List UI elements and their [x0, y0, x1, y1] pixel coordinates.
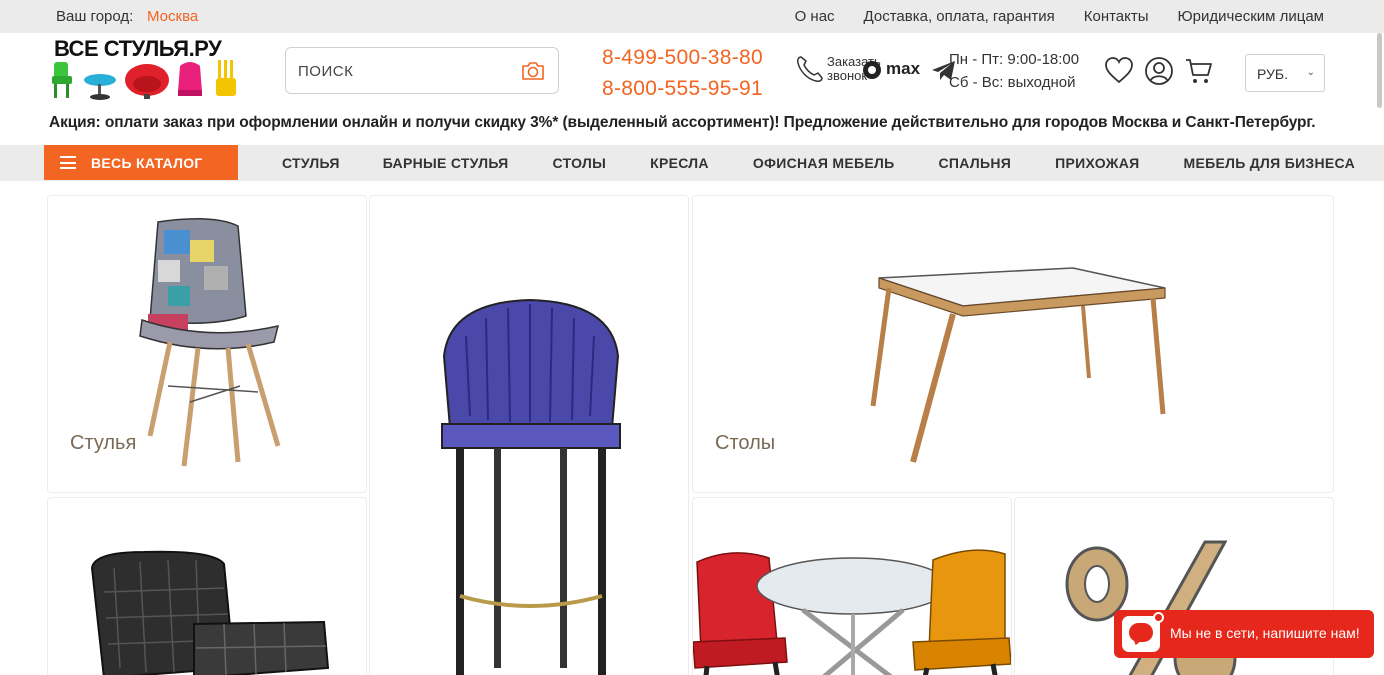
nav-item-business[interactable]: МЕБЕЛЬ ДЛЯ БИЗНЕСА: [1183, 155, 1355, 171]
nav-item-chairs[interactable]: СТУЛЬЯ: [282, 155, 340, 171]
bar-chair-image: [441, 298, 621, 675]
max-messenger-link[interactable]: max: [862, 59, 924, 81]
heart-icon: [1105, 57, 1133, 84]
nav-item-bedroom[interactable]: СПАЛЬНЯ: [938, 155, 1011, 171]
nav-item-office[interactable]: ОФИСНАЯ МЕБЕЛЬ: [753, 155, 895, 171]
nav-items: СТУЛЬЯ БАРНЫЕ СТУЛЬЯ СТОЛЫ КРЕСЛА ОФИСНА…: [282, 155, 1355, 171]
search-input[interactable]: [298, 60, 508, 82]
leather-armchair-image: [90, 550, 330, 675]
tile-label-tables: Столы: [715, 432, 776, 454]
catalog-label: ВЕСЬ КАТАЛОГ: [91, 155, 203, 171]
link-delivery[interactable]: Доставка, оплата, гарантия: [864, 8, 1055, 25]
top-bar: Ваш город: Москва О нас Доставка, оплата…: [0, 0, 1384, 33]
chevron-down-icon: ⌄: [1306, 67, 1315, 78]
max-icon: [863, 61, 881, 79]
dining-set-image: [693, 549, 1011, 675]
link-legal[interactable]: Юридическим лицам: [1178, 8, 1324, 25]
cart-icon: [1186, 59, 1212, 83]
camera-icon[interactable]: [520, 59, 546, 83]
max-label: max: [886, 59, 921, 78]
tile-label-chairs: Стулья: [70, 432, 137, 454]
currency-value: РУБ.: [1257, 66, 1289, 82]
catalog-button[interactable]: ВЕСЬ КАТАЛОГ: [44, 145, 238, 180]
nav-item-bar-chairs[interactable]: БАРНЫЕ СТУЛЬЯ: [383, 155, 509, 171]
promo-banner: Акция: оплати заказ при оформлении онлай…: [49, 114, 1316, 131]
logo-chairs-image: [52, 60, 236, 100]
chat-icon: [1122, 612, 1164, 652]
hours-weekend: Сб - Вс: выходной: [949, 74, 1076, 91]
city-selector[interactable]: Москва: [147, 8, 198, 25]
patchwork-chair-image: [139, 218, 281, 467]
chat-widget[interactable]: Мы не в сети, напишите нам!: [1114, 610, 1374, 658]
user-icon: [1145, 57, 1173, 85]
link-about[interactable]: О нас: [795, 8, 835, 25]
link-contacts[interactable]: Контакты: [1084, 8, 1149, 25]
callback-button[interactable]: Заказать звонок: [795, 54, 881, 88]
phone-numbers: 8-499-500-38-80 8-800-555-95-91: [602, 42, 763, 104]
user-actions: [1104, 56, 1214, 86]
main-nav: ВЕСЬ КАТАЛОГ СТУЛЬЯ БАРНЫЕ СТУЛЬЯ СТОЛЫ …: [0, 145, 1384, 181]
cart-button[interactable]: [1184, 56, 1214, 86]
nav-item-tables[interactable]: СТОЛЫ: [553, 155, 607, 171]
search-box: [285, 47, 559, 94]
category-tile-bar-chairs[interactable]: [369, 195, 689, 675]
notification-dot: [1153, 612, 1164, 623]
phone-free[interactable]: 8-800-555-95-91: [602, 73, 763, 104]
chat-message: Мы не в сети, напишите нам!: [1170, 625, 1360, 641]
menu-icon: [60, 156, 76, 169]
site-logo[interactable]: ВСЕ СТУЛЬЯ.РУ: [50, 36, 242, 104]
work-hours: Пн - Пт: 9:00-18:00 Сб - Вс: выходной: [949, 48, 1079, 94]
category-tile-chairs[interactable]: Стулья: [47, 195, 367, 493]
scrollbar[interactable]: [1377, 33, 1382, 108]
top-links: О нас Доставка, оплата, гарантия Контакт…: [795, 8, 1324, 25]
category-tile-tables[interactable]: Столы: [692, 195, 1334, 493]
hours-weekdays: Пн - Пт: 9:00-18:00: [949, 51, 1080, 68]
favorites-button[interactable]: [1104, 56, 1134, 86]
nav-item-hallway[interactable]: ПРИХОЖАЯ: [1055, 155, 1139, 171]
city-label: Ваш город:: [56, 8, 134, 25]
phone-moscow[interactable]: 8-499-500-38-80: [602, 42, 763, 73]
nav-item-armchairs[interactable]: КРЕСЛА: [650, 155, 709, 171]
currency-select[interactable]: РУБ. ⌄: [1245, 54, 1325, 92]
category-tile-dining-sets[interactable]: [692, 497, 1012, 675]
account-button[interactable]: [1144, 56, 1174, 86]
table-image: [870, 267, 1166, 463]
phone-icon: [797, 56, 823, 82]
category-tile-armchairs[interactable]: [47, 497, 367, 675]
